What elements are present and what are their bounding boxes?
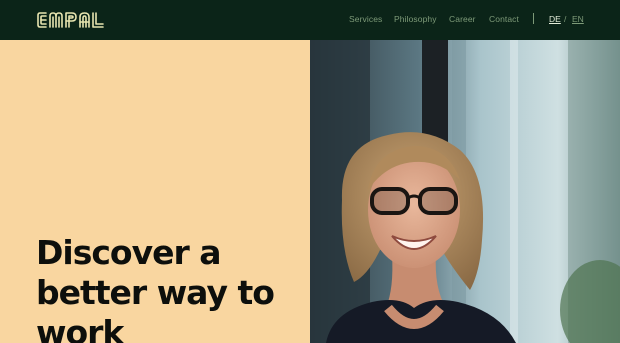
site-header: Services Philosophy Career Contact DE / … <box>0 0 620 40</box>
nav-philosophy[interactable]: Philosophy <box>394 14 437 24</box>
brand-logo-icon[interactable] <box>36 11 106 34</box>
nav-services[interactable]: Services <box>349 14 382 24</box>
nav-career[interactable]: Career <box>449 14 476 24</box>
nav-contact[interactable]: Contact <box>489 14 519 24</box>
hero-text-panel: Discover a better way to work <box>0 40 310 343</box>
hero-photo-illustration <box>310 40 620 343</box>
language-en[interactable]: EN <box>572 14 584 24</box>
hero-headline: Discover a better way to work <box>36 233 275 343</box>
language-separator: / <box>564 14 567 24</box>
hero-photo <box>310 40 620 343</box>
nav-divider <box>533 13 534 24</box>
language-de[interactable]: DE <box>549 14 561 24</box>
